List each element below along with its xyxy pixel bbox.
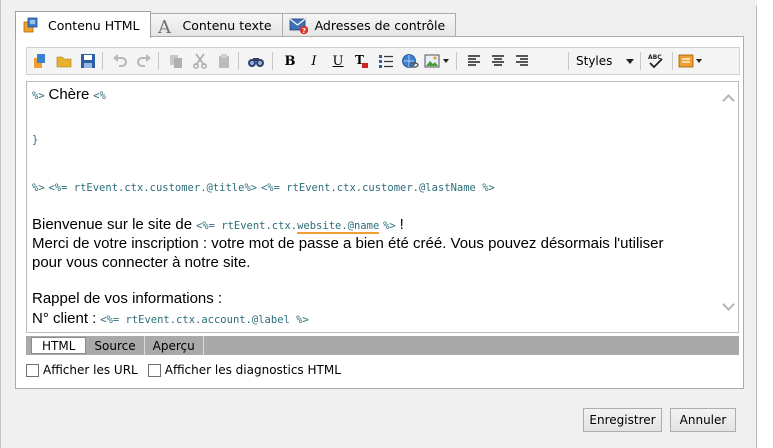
editor-text: Chère <box>48 86 90 103</box>
bullet-list-icon[interactable] <box>376 51 396 71</box>
code-tag: <%= rtEvent.ctx.customer.@lastName %> <box>260 182 495 194</box>
find-icon[interactable] <box>246 51 266 71</box>
editor-view-tabs: HTML Source Aperçu <box>26 336 739 355</box>
code-tag: <%= rtEvent.ctx. <box>195 220 298 232</box>
tab-html-content-label: Contenu HTML <box>48 17 140 33</box>
editor-line-3: %> <%= rtEvent.ctx.customer.@title%> <%=… <box>32 180 495 194</box>
align-center-icon[interactable] <box>488 51 508 71</box>
new-document-icon[interactable] <box>30 51 50 71</box>
code-tag: %> <box>383 220 396 232</box>
display-options: Afficher les URL Afficher les diagnostic… <box>26 363 341 377</box>
editor-line-2: } <box>32 132 38 146</box>
spellcheck-icon[interactable]: ABC <box>646 51 666 71</box>
code-tag: } <box>32 134 39 146</box>
undo-icon[interactable] <box>110 51 130 71</box>
insert-link-icon[interactable] <box>400 51 420 71</box>
editor-line-7: Rappel de vos informations : <box>32 290 223 307</box>
text-color-icon[interactable]: T <box>352 51 372 71</box>
tab-source-view[interactable]: Source <box>86 336 145 355</box>
save-icon[interactable] <box>78 51 98 71</box>
cancel-button[interactable]: Annuler <box>670 408 736 432</box>
show-diagnostics-checkbox[interactable] <box>147 363 161 377</box>
background-edge <box>757 0 773 448</box>
text-content-icon: A <box>157 17 175 38</box>
editor-scrollbar[interactable] <box>721 82 738 332</box>
editor-line-4: Bienvenue sur le site de <%= rtEvent.ctx… <box>32 216 404 234</box>
content-tabs: Contenu HTML A Contenu texte ? Adresses … <box>15 11 457 38</box>
html-editor[interactable]: %> Chère <% } %> <%= rtEvent.ctx.custome… <box>26 81 739 333</box>
code-tag: %> <box>32 182 45 194</box>
paste-icon[interactable] <box>214 51 234 71</box>
show-diagnostics-label: Afficher les diagnostics HTML <box>164 363 341 377</box>
tab-text-content[interactable]: A Contenu texte <box>149 13 283 38</box>
italic-button[interactable]: I <box>304 51 324 71</box>
copy-icon[interactable] <box>166 51 186 71</box>
svg-text:?: ? <box>302 27 306 35</box>
editor-line-8: N° client : <%= rtEvent.ctx.account.@lab… <box>32 310 309 327</box>
code-tag: <%= rtEvent.ctx.customer.@title%> <box>48 182 258 194</box>
underline-button[interactable]: U <box>328 51 348 71</box>
editor-window: Contenu HTML A Contenu texte ? Adresses … <box>0 0 758 448</box>
chevron-down-icon <box>626 54 634 68</box>
code-tag: %> <box>32 90 45 102</box>
redo-icon[interactable] <box>134 51 154 71</box>
tab-html-content[interactable]: Contenu HTML <box>15 11 151 38</box>
align-right-icon[interactable] <box>512 51 532 71</box>
personalization-icon[interactable] <box>678 51 706 71</box>
top-strip <box>1 0 758 6</box>
scroll-down-icon[interactable] <box>722 298 735 311</box>
tab-proof-addresses[interactable]: ? Adresses de contrôle <box>281 13 457 37</box>
editor-text: ! <box>399 216 404 233</box>
tab-text-content-label: Contenu texte <box>182 18 272 33</box>
code-tag: <%= rtEvent.ctx.account.@label %> <box>100 314 309 326</box>
editor-line-1: %> Chère <% <box>32 86 106 103</box>
proof-address-icon: ? <box>289 17 308 35</box>
tab-proof-addresses-label: Adresses de contrôle <box>314 18 446 33</box>
editor-toolbar: B I U T Styles ABC <box>26 47 740 75</box>
svg-text:A: A <box>157 17 172 35</box>
show-urls-label: Afficher les URL <box>43 363 138 377</box>
bold-button[interactable]: B <box>280 51 300 71</box>
html-content-panel: B I U T Styles ABC %> Chère <%} %> <%= … <box>15 36 744 389</box>
styles-label: Styles <box>576 54 613 68</box>
cut-icon[interactable] <box>190 51 210 71</box>
show-urls-checkbox[interactable] <box>26 363 39 377</box>
styles-dropdown[interactable]: Styles <box>576 51 636 71</box>
align-left-icon[interactable] <box>464 51 484 71</box>
editor-line-5: Merci de votre inscription : votre mot d… <box>32 235 664 252</box>
tab-html-view[interactable]: HTML <box>31 337 87 354</box>
editor-text: N° client : <box>32 310 97 327</box>
save-button[interactable]: Enregistrer <box>583 408 662 432</box>
tab-preview[interactable]: Aperçu <box>145 336 204 355</box>
editor-line-6: pour vous connecter à notre site. <box>32 254 251 271</box>
insert-image-icon[interactable] <box>424 51 450 71</box>
html-content-icon <box>22 16 40 34</box>
code-tag-error: website.@name <box>297 220 380 234</box>
editor-text: Bienvenue sur le site de <box>32 216 193 233</box>
scroll-up-icon[interactable] <box>722 94 735 107</box>
code-tag: <% <box>93 90 106 102</box>
open-folder-icon[interactable] <box>54 51 74 71</box>
